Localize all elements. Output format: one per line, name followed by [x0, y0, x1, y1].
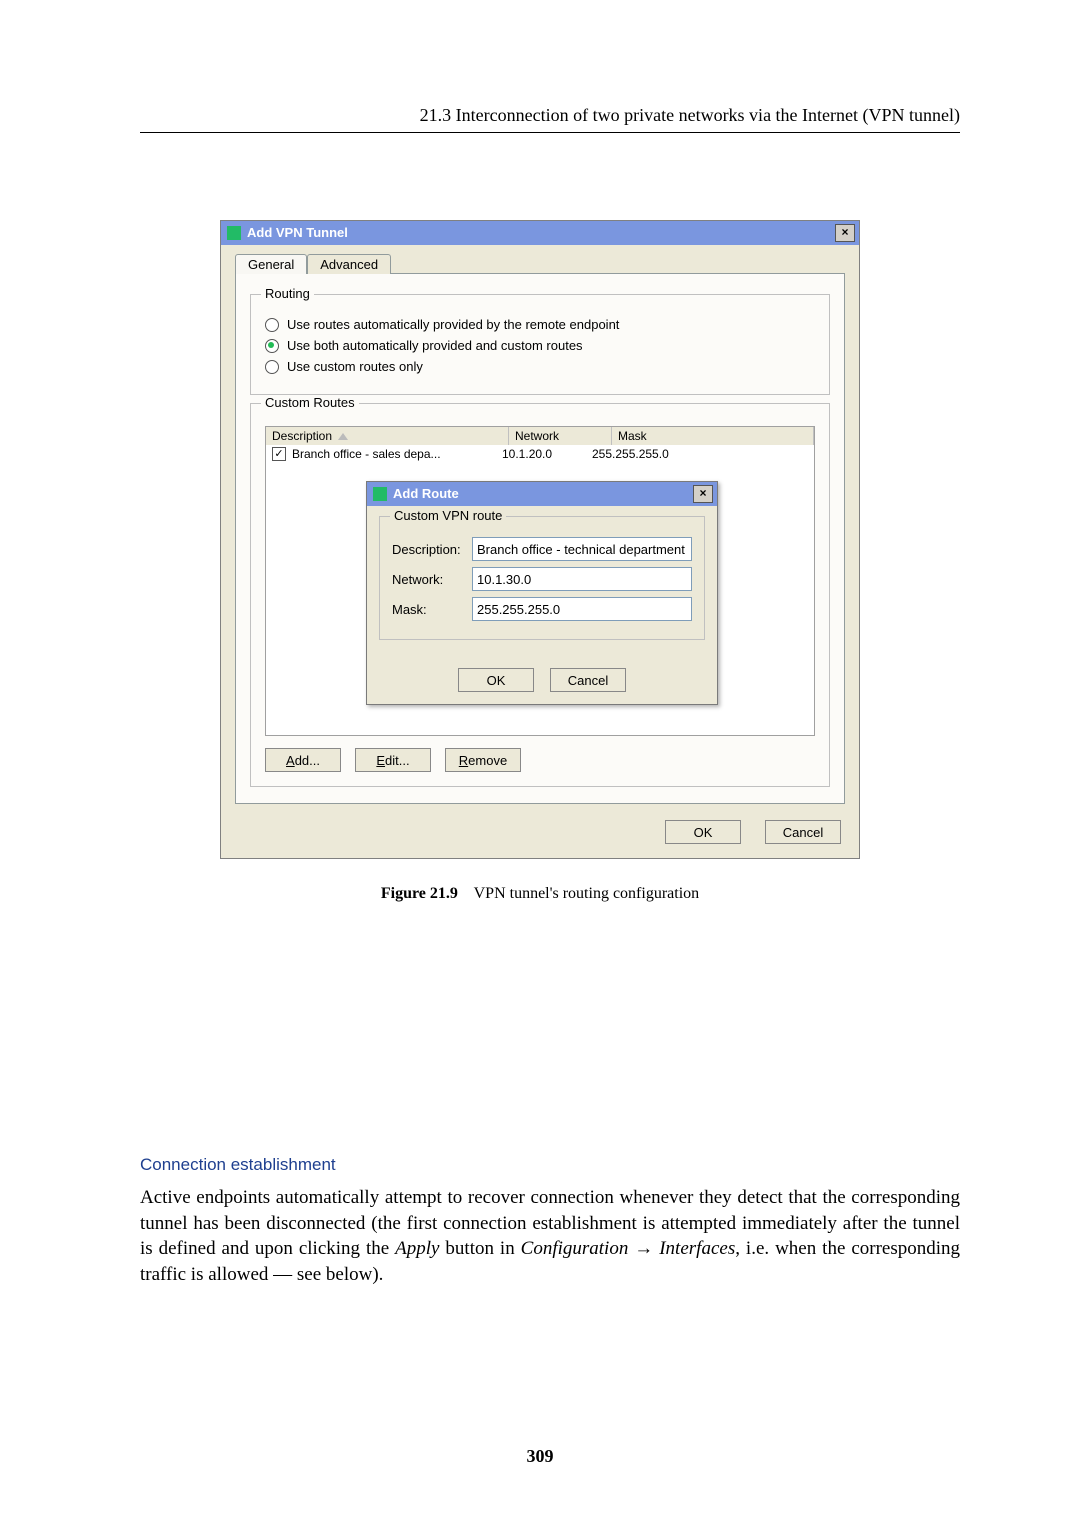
interfaces-word: Interfaces [659, 1238, 735, 1259]
add-route-dialog: Add Route × Custom VPN route De [366, 481, 718, 705]
group-legend: Custom VPN route [390, 508, 506, 523]
table-header: Description Network Mask [266, 427, 814, 445]
title-bar: Add Route × [367, 482, 717, 506]
radio-icon [265, 318, 279, 332]
btn-suffix: dd... [295, 753, 320, 768]
page-number: 309 [0, 1446, 1080, 1467]
label-mask: Mask: [392, 602, 472, 617]
cancel-button[interactable]: Cancel [550, 668, 626, 692]
page-header: 21.3 Interconnection of two private netw… [140, 105, 960, 133]
window-title: Add Route [393, 482, 459, 506]
close-icon[interactable]: × [835, 224, 855, 242]
col-mask[interactable]: Mask [612, 427, 814, 445]
tab-general[interactable]: General [235, 254, 307, 274]
label-network: Network: [392, 572, 472, 587]
window-title: Add VPN Tunnel [247, 221, 348, 245]
close-icon[interactable]: × [693, 485, 713, 503]
title-bar: Add VPN Tunnel × [221, 221, 859, 245]
advanced-panel: Routing Use routes automatically provide… [235, 273, 845, 804]
btn-suffix: emove [468, 753, 507, 768]
ok-button[interactable]: OK [458, 668, 534, 692]
add-vpn-tunnel-dialog: Add VPN Tunnel × General Advanced Routin… [220, 220, 860, 859]
tab-strip: General Advanced [235, 254, 845, 274]
radio-icon [265, 360, 279, 374]
app-icon [227, 226, 241, 240]
row-checkbox[interactable]: ✓ [272, 447, 286, 461]
routing-group: Routing Use routes automatically provide… [250, 294, 830, 395]
mask-input[interactable] [472, 597, 692, 621]
btn-suffix: dit... [385, 753, 410, 768]
row-network: 10.1.20.0 [502, 447, 592, 461]
sort-asc-icon [338, 433, 348, 440]
table-row[interactable]: ✓ Branch office - sales depa... 10.1.20.… [266, 445, 814, 463]
custom-vpn-route-group: Custom VPN route Description: Network: [379, 516, 705, 640]
arrow: → [628, 1238, 659, 1259]
radio-label: Use both automatically provided and cust… [287, 338, 583, 353]
config-word: Configuration [521, 1238, 629, 1259]
table-body: ✓ Branch office - sales depa... 10.1.20.… [266, 445, 814, 735]
radio-custom-only[interactable]: Use custom routes only [265, 359, 815, 374]
row-description: Branch office - sales depa... [292, 447, 441, 461]
section-heading: Connection establishment [140, 1155, 960, 1175]
radio-icon [265, 339, 279, 353]
figure-text: VPN tunnel's routing configuration [474, 885, 700, 902]
col-network[interactable]: Network [509, 427, 612, 445]
routing-legend: Routing [261, 286, 314, 301]
edit-button[interactable]: Edit... [355, 748, 431, 772]
custom-routes-legend: Custom Routes [261, 395, 359, 410]
section-paragraph: Active endpoints automatically attempt t… [140, 1185, 960, 1288]
radio-remote-routes[interactable]: Use routes automatically provided by the… [265, 317, 815, 332]
network-input[interactable] [472, 567, 692, 591]
figure-caption: Figure 21.9 VPN tunnel's routing configu… [220, 885, 860, 903]
ok-button[interactable]: OK [665, 820, 741, 844]
col-description[interactable]: Description [272, 429, 332, 443]
figure-label: Figure 21.9 [381, 885, 458, 902]
add-button[interactable]: Add... [265, 748, 341, 772]
remove-button[interactable]: Remove [445, 748, 521, 772]
radio-label: Use routes automatically provided by the… [287, 317, 619, 332]
custom-routes-group: Custom Routes Description Network Mask [250, 403, 830, 787]
row-mask: 255.255.255.0 [592, 447, 814, 461]
para-part: button in [439, 1238, 520, 1259]
app-icon [373, 487, 387, 501]
label-description: Description: [392, 542, 472, 557]
apply-word: Apply [395, 1238, 439, 1259]
routes-table: Description Network Mask ✓ [265, 426, 815, 736]
cancel-button[interactable]: Cancel [765, 820, 841, 844]
radio-label: Use custom routes only [287, 359, 423, 374]
tab-advanced[interactable]: Advanced [307, 254, 391, 274]
description-input[interactable] [472, 537, 692, 561]
radio-both-routes[interactable]: Use both automatically provided and cust… [265, 338, 815, 353]
